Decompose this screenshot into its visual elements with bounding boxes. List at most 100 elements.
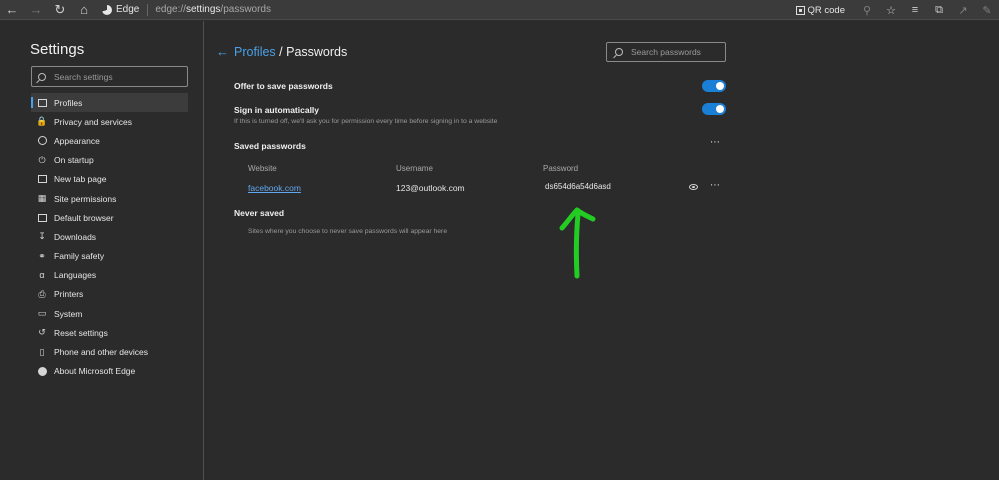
sidebar-item-label: Printers xyxy=(54,289,84,300)
sidebar-item-label: On startup xyxy=(54,155,94,166)
search-settings-placeholder: Search settings xyxy=(54,71,113,82)
search-icon xyxy=(615,48,623,56)
sidebar-item-label: Family safety xyxy=(54,251,105,262)
phone-icon: ▯ xyxy=(39,346,45,357)
favorites-icon[interactable]: ≡ xyxy=(903,0,927,20)
zoom-icon[interactable]: ⚲ xyxy=(855,0,879,20)
sidebar-item-appearance[interactable]: Appearance xyxy=(31,131,188,150)
saved-password: ds654d6a54d6asd xyxy=(545,182,611,191)
edge-badge: Edge xyxy=(102,3,149,16)
sidebar-item-reset-settings[interactable]: ↺ Reset settings xyxy=(31,323,188,342)
forward-icon[interactable]: → xyxy=(24,0,48,20)
languages-icon: α xyxy=(39,270,45,281)
saved-passwords-heading: Saved passwords xyxy=(234,141,306,151)
qr-code-button[interactable]: QR code xyxy=(795,4,846,16)
page-title: Passwords xyxy=(286,45,348,59)
share-icon[interactable]: ↗ xyxy=(951,0,975,20)
search-icon xyxy=(38,72,46,81)
settings-sidebar: Settings Search settings Profiles 🔒 Priva… xyxy=(0,21,204,480)
sidebar-item-printers[interactable]: ⎙ Printers xyxy=(31,285,188,304)
refresh-icon[interactable]: ↻ xyxy=(48,0,72,20)
search-passwords-input[interactable]: Search passwords xyxy=(606,42,726,62)
saved-passwords-more-icon[interactable]: ⋯ xyxy=(710,137,721,148)
sidebar-item-phone-devices[interactable]: ▯ Phone and other devices xyxy=(31,342,188,361)
never-saved-heading: Never saved xyxy=(234,208,285,218)
search-settings-input[interactable]: Search settings xyxy=(31,66,188,87)
sign-in-automatically-label: Sign in automatically xyxy=(234,105,320,115)
breadcrumb: Profiles / Passwords xyxy=(234,45,347,59)
green-arrow-annotation xyxy=(559,207,596,279)
saved-username: 123@outlook.com xyxy=(396,183,465,193)
column-header-website: Website xyxy=(248,164,277,173)
sidebar-item-default-browser[interactable]: Default browser xyxy=(31,208,188,227)
edge-icon xyxy=(102,4,112,15)
url-prefix: edge:// xyxy=(155,4,186,15)
sidebar-item-new-tab-page[interactable]: New tab page xyxy=(31,170,188,189)
sidebar-item-label: Reset settings xyxy=(54,327,108,338)
reset-icon: ↺ xyxy=(38,327,46,338)
offer-to-save-label: Offer to save passwords xyxy=(234,81,333,91)
show-password-eye-icon[interactable] xyxy=(689,184,698,190)
sign-in-automatically-toggle[interactable] xyxy=(702,103,726,115)
sidebar-item-label: Privacy and services xyxy=(54,116,132,127)
settings-menu: Profiles 🔒 Privacy and services Appearanc… xyxy=(31,93,188,381)
address-bar[interactable]: Edge edge://settings/passwords xyxy=(102,0,271,20)
qr-code-icon xyxy=(795,5,805,15)
sidebar-item-label: New tab page xyxy=(54,174,107,185)
edge-badge-label: Edge xyxy=(116,4,140,15)
sidebar-item-profiles[interactable]: Profiles xyxy=(31,93,188,113)
sidebar-item-about-edge[interactable]: About Microsoft Edge xyxy=(31,362,188,381)
offer-to-save-toggle[interactable] xyxy=(702,80,726,92)
sidebar-item-label: Languages xyxy=(54,270,97,281)
edge-icon xyxy=(37,366,47,376)
sidebar-item-on-startup[interactable]: ⏻ On startup xyxy=(31,151,188,170)
password-row-more-icon[interactable]: ⋯ xyxy=(710,180,721,191)
collections-icon[interactable]: ⧉ xyxy=(927,0,951,20)
sidebar-item-privacy[interactable]: 🔒 Privacy and services xyxy=(31,112,188,131)
saved-website-link[interactable]: facebook.com xyxy=(248,183,301,193)
printer-icon: ⎙ xyxy=(38,288,46,299)
sidebar-item-label: Phone and other devices xyxy=(54,347,149,358)
column-header-password: Password xyxy=(543,164,579,173)
favorite-star-icon[interactable]: ☆ xyxy=(879,0,903,20)
url-text[interactable]: edge://settings/passwords xyxy=(155,4,271,15)
passwords-page: ← Profiles / Passwords Search passwords … xyxy=(205,21,999,480)
sidebar-item-label: Profiles xyxy=(54,97,83,108)
browser-toolbar: ← → ↻ ⌂ Edge edge://settings/passwords Q… xyxy=(0,0,999,20)
grid-icon xyxy=(37,174,47,184)
sidebar-item-label: Default browser xyxy=(54,212,114,223)
breadcrumb-separator: / xyxy=(275,45,287,59)
palette-icon xyxy=(37,136,47,146)
sidebar-item-label: Downloads xyxy=(54,231,97,242)
download-icon: ↧ xyxy=(38,231,46,242)
back-icon[interactable]: ← xyxy=(0,0,24,20)
sidebar-item-label: Appearance xyxy=(54,135,100,146)
sidebar-item-languages[interactable]: α Languages xyxy=(31,266,188,285)
laptop-icon: ▭ xyxy=(37,308,47,319)
sidebar-item-family-safety[interactable]: ⚭ Family safety xyxy=(31,247,188,266)
sidebar-item-label: About Microsoft Edge xyxy=(54,366,136,377)
breadcrumb-profiles-link[interactable]: Profiles xyxy=(234,45,276,59)
browser-icon xyxy=(37,213,47,223)
sidebar-item-label: System xyxy=(54,308,83,319)
url-host: settings xyxy=(185,4,221,15)
power-icon: ⏻ xyxy=(38,154,46,165)
sign-in-hint: If this is turned off, we'll ask you for… xyxy=(234,118,498,125)
sidebar-item-downloads[interactable]: ↧ Downloads xyxy=(31,227,188,246)
site-permissions-icon: ▦ xyxy=(37,193,47,204)
lock-icon: 🔒 xyxy=(36,116,48,127)
sidebar-item-site-permissions[interactable]: ▦ Site permissions xyxy=(31,189,188,208)
settings-title: Settings xyxy=(30,41,85,58)
sidebar-item-system[interactable]: ▭ System xyxy=(31,304,188,323)
url-path: /passwords xyxy=(220,4,271,15)
profile-icon xyxy=(37,98,47,108)
feedback-icon[interactable]: ✎ xyxy=(975,0,999,20)
sidebar-item-label: Site permissions xyxy=(54,193,117,204)
back-arrow-icon[interactable]: ← xyxy=(216,44,229,59)
search-passwords-placeholder: Search passwords xyxy=(631,47,701,57)
column-header-username: Username xyxy=(396,164,433,173)
family-icon: ⚭ xyxy=(38,250,46,261)
home-icon[interactable]: ⌂ xyxy=(72,0,96,20)
qr-code-label: QR code xyxy=(807,4,846,16)
never-saved-note: Sites where you choose to never save pas… xyxy=(248,228,448,235)
